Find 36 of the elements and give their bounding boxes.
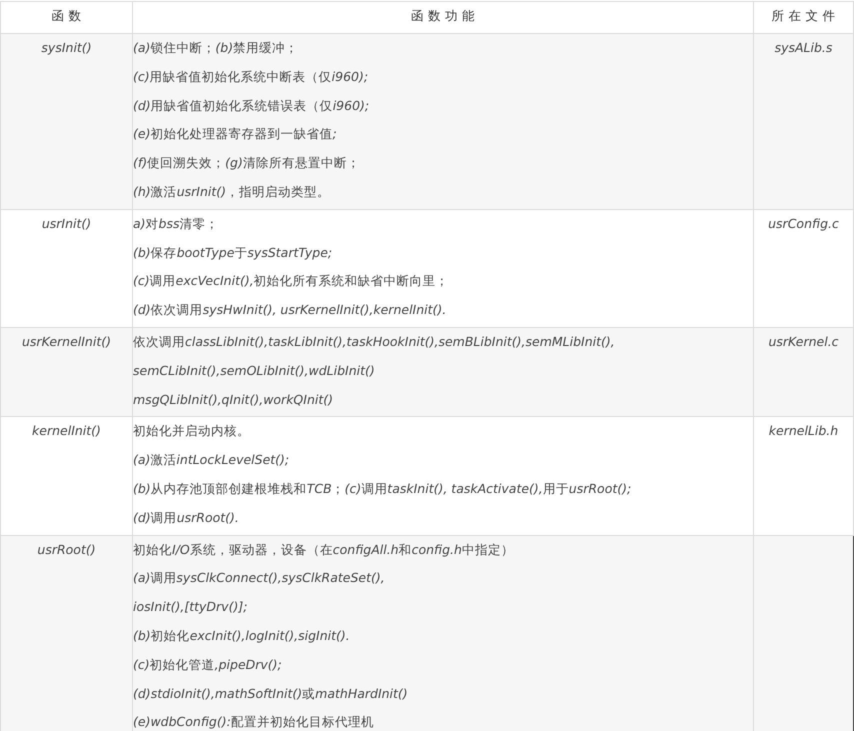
function-name: usrKernelInit() [0,327,132,417]
description-line: (c)用缺省值初始化系统中断表（仅i960); [133,68,370,86]
description-line: 初始化I/O系统，驱动器，设备（在configAll.h和config.h中指定） [133,540,515,559]
file-name: sysALib.s [754,34,854,210]
description-line: (d)用缺省值初始化系统错误表（仅i960); [133,96,370,115]
description-line: (h)激活usrInit()，指明启动类型。 [133,182,331,201]
description-line: a)对bss清零； [133,214,220,233]
column-header: 所 在 文 件 [754,2,854,34]
function-name: kernelInit() [0,416,132,536]
file-name: kernelLib.h [754,416,854,536]
description-line: (c)调用excVecInit(),初始化所有系统和缺省中断向里； [133,272,450,290]
column-header: 函 数 功 能 [132,2,754,34]
description-line: (e)初始化处理器寄存器到一缺省值; [133,125,338,144]
description-line: (d)调用usrRoot(). [133,508,240,527]
description-line: (a)调用sysClkConnect(),sysClkRateSet(), [133,569,386,588]
description-line: (e)wdbConfig():配置并初始化目标代理机 [133,713,375,731]
description-line: (a)激活intLockLevelSet(); [133,451,290,470]
column-header: 函 数 [0,2,132,34]
file-name: usrConfig.c [754,209,854,328]
function-name: sysInit() [0,34,132,210]
description-line: 依次调用classLibInit(),taskLibInit(),taskHookInit(),semBLibInit(),semMLibInit(), [133,332,616,351]
description-line: (b)保存bootType于sysStartType; [133,244,334,262]
function-name: usrInit() [0,209,132,328]
file-name: usrKernel.c [754,327,854,417]
description-line: semCLibInit(),semOLibInit(),wdLibInit() [133,362,376,380]
description-line: (b)从内存池顶部创建根堆栈和TCB；(c)调用taskInit(), taskActivate(),用于usrRoot(); [133,480,632,498]
function-name: usrRoot() [0,535,132,731]
description-line: (c)初始化管道,pipeDrv(); [133,656,283,674]
description-line: iosInit(),[ttyDrv()]; [133,598,248,616]
description-line: (d)stdioInit(),mathSoftInit()或mathHardInit() [133,684,409,703]
description-line: (a)锁住中断；(b)禁用缓冲； [133,39,300,57]
description-line: (f)使回溯失效；(g)清除所有悬置中断； [133,154,361,172]
description-line: 初始化并启动内核。 [133,422,251,440]
description-line: (d)依次调用sysHwInit(), usrKernelInit(),kernelInit(). [133,301,448,320]
description-line: msgQLibInit(),qInit(),workQInit() [133,390,334,409]
description-line: (b)初始化excInit(),logInit(),sigInit(). [133,626,351,645]
